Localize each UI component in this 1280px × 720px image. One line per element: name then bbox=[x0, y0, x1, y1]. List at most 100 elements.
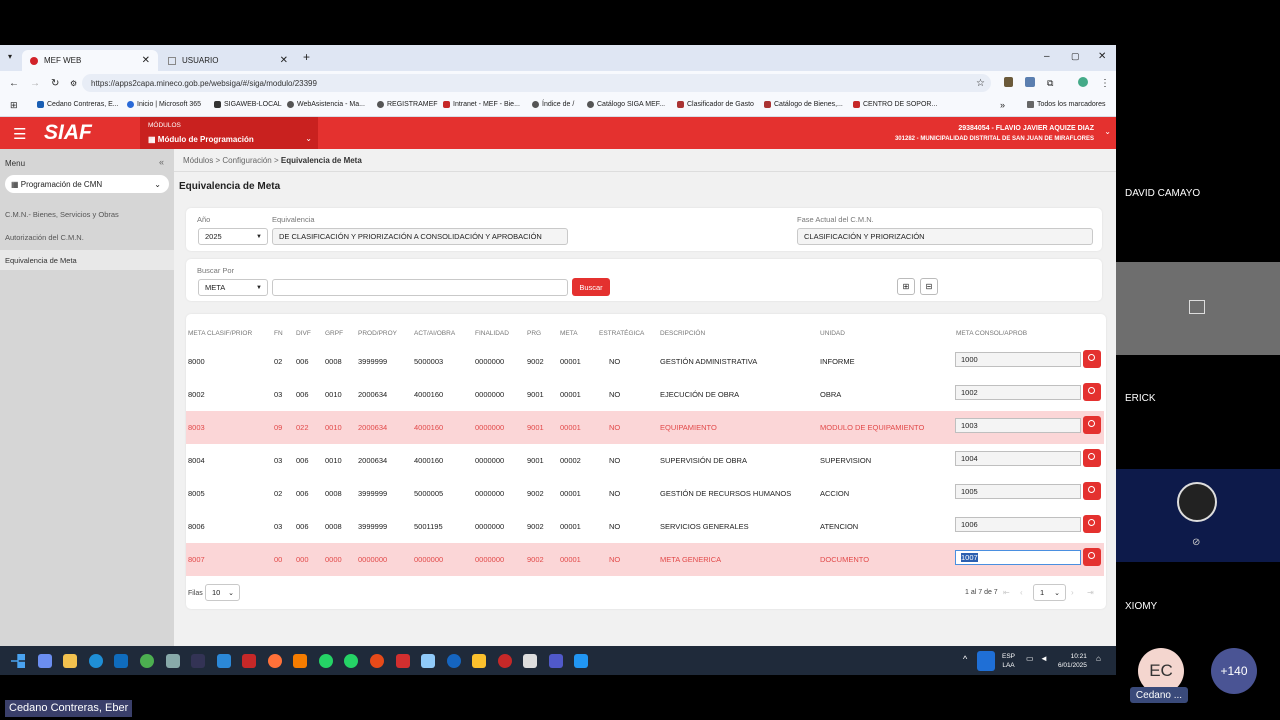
hamburger-icon[interactable]: ☰ bbox=[13, 125, 26, 143]
search-meta-button[interactable] bbox=[1083, 449, 1101, 467]
tab-mef-web[interactable]: MEF WEB ✕ bbox=[22, 50, 158, 71]
all-bookmarks[interactable]: Todos los marcadores bbox=[1027, 101, 1105, 108]
calculator-icon[interactable] bbox=[523, 654, 537, 668]
apps-icon[interactable]: ⊞ bbox=[10, 100, 18, 111]
breadcrumb-item[interactable]: Configuración bbox=[222, 156, 271, 165]
extensions-icon[interactable]: ⧉ bbox=[1047, 78, 1053, 89]
collapse-icon[interactable]: « bbox=[159, 157, 164, 167]
microphone-icon[interactable] bbox=[977, 651, 995, 671]
breadcrumb-item[interactable]: Módulos bbox=[183, 156, 213, 165]
sidebar-item-cmn[interactable]: C.M.N.- Bienes, Servicios y Obras bbox=[0, 204, 174, 224]
file-explorer-icon[interactable] bbox=[63, 654, 77, 668]
windows-start-icon[interactable] bbox=[11, 654, 25, 668]
bookmark[interactable]: Catálogo de Bienes,... bbox=[764, 101, 843, 108]
participant-tile[interactable] bbox=[1116, 262, 1280, 355]
meta-consol-input[interactable]: 1003 bbox=[955, 418, 1081, 433]
app-icon[interactable] bbox=[191, 654, 205, 668]
maximize-icon[interactable]: ▢ bbox=[1071, 51, 1080, 62]
bookmark[interactable]: WebAsistencia - Ma... bbox=[287, 101, 365, 108]
edge-icon[interactable] bbox=[89, 654, 103, 668]
notepad-icon[interactable] bbox=[574, 654, 588, 668]
bookmark[interactable]: Índice de / bbox=[532, 101, 574, 108]
tray-chevron-icon[interactable]: ^ bbox=[963, 654, 967, 664]
copilot-icon[interactable] bbox=[38, 654, 52, 668]
participant-tile[interactable]: DAVID CAMAYO bbox=[1116, 170, 1280, 260]
bookmark[interactable]: Inicio | Microsoft 365 bbox=[127, 101, 201, 108]
bookmark[interactable]: REGISTRAMEF bbox=[377, 101, 438, 108]
meta-consol-input[interactable]: 1002 bbox=[955, 385, 1081, 400]
meta-consol-input[interactable]: 1004 bbox=[955, 451, 1081, 466]
bookmark[interactable]: Cedano Contreras, E... bbox=[37, 101, 119, 108]
outlook-icon[interactable] bbox=[114, 654, 128, 668]
whatsapp-icon[interactable] bbox=[344, 654, 358, 668]
module-selector[interactable]: MÓDULOS ▦ Módulo de Programación ⌄ bbox=[140, 117, 318, 149]
sidebar-item-autorizacion[interactable]: Autorización del C.M.N. bbox=[0, 227, 174, 247]
site-info-icon[interactable]: ⚙ bbox=[70, 79, 77, 88]
forward-icon[interactable]: → bbox=[30, 78, 40, 89]
search-meta-button[interactable] bbox=[1083, 350, 1101, 368]
menu-icon[interactable]: ⋮ bbox=[1100, 78, 1110, 89]
search-button[interactable]: Buscar bbox=[572, 278, 610, 296]
app-icon[interactable] bbox=[447, 654, 461, 668]
firefox-icon[interactable] bbox=[268, 654, 282, 668]
close-tab-icon[interactable]: ✕ bbox=[142, 55, 150, 66]
back-icon[interactable]: ← bbox=[9, 78, 19, 89]
bookmark[interactable]: CENTRO DE SOPOR... bbox=[853, 101, 937, 108]
app-icon[interactable] bbox=[498, 654, 512, 668]
next-page-icon[interactable]: › bbox=[1071, 588, 1074, 597]
clock[interactable]: 10:21 6/01/2025 bbox=[1058, 652, 1087, 670]
user-info[interactable]: 29384054 - FLAVIO JAVIER AQUIZE DIAZ 301… bbox=[895, 124, 1094, 144]
url-field[interactable]: https://apps2capa.mineco.gob.pe/websiga/… bbox=[82, 74, 991, 92]
extension-icon[interactable] bbox=[1004, 77, 1013, 87]
search-meta-button[interactable] bbox=[1083, 383, 1101, 401]
mail-icon[interactable] bbox=[421, 654, 435, 668]
teams-icon[interactable] bbox=[549, 654, 563, 668]
meta-consol-input[interactable]: 1006 bbox=[955, 517, 1081, 532]
language-indicator[interactable]: ESP LAA bbox=[1002, 652, 1015, 670]
anydesk-icon[interactable] bbox=[396, 654, 410, 668]
meta-consol-input[interactable]: 1000 bbox=[955, 352, 1081, 367]
map-icon[interactable]: ⊞ bbox=[897, 278, 915, 295]
sidebar-item-equivalencia[interactable]: Equivalencia de Meta bbox=[0, 250, 174, 270]
new-tab-icon[interactable]: + bbox=[303, 50, 310, 64]
close-tab-icon[interactable]: ✕ bbox=[280, 55, 288, 66]
filter-icon[interactable]: ⊟ bbox=[920, 278, 938, 295]
app-icon[interactable] bbox=[166, 654, 180, 668]
page-select[interactable]: 1 ⌄ bbox=[1033, 584, 1066, 601]
more-bookmarks-icon[interactable]: » bbox=[1000, 100, 1005, 110]
participant-tile[interactable]: ⊘ bbox=[1116, 469, 1280, 562]
prev-page-icon[interactable]: ‹ bbox=[1020, 588, 1023, 597]
search-meta-button[interactable] bbox=[1083, 515, 1101, 533]
app-icon[interactable] bbox=[217, 654, 231, 668]
sticky-notes-icon[interactable] bbox=[472, 654, 486, 668]
close-window-icon[interactable]: ✕ bbox=[1098, 51, 1106, 62]
filezilla-icon[interactable] bbox=[242, 654, 256, 668]
app-icon[interactable] bbox=[370, 654, 384, 668]
volume-icon[interactable]: ◄ bbox=[1040, 654, 1048, 663]
reload-icon[interactable]: ↻ bbox=[51, 78, 59, 89]
profile-icon[interactable] bbox=[1078, 77, 1088, 87]
meta-consol-input[interactable]: 1007 bbox=[955, 550, 1081, 565]
tab-usuario[interactable]: USUARIO ✕ bbox=[160, 50, 296, 71]
chrome-icon[interactable] bbox=[140, 654, 154, 668]
search-input[interactable] bbox=[272, 279, 568, 296]
rows-per-page-select[interactable]: 10 ⌄ bbox=[205, 584, 240, 601]
minimize-icon[interactable]: – bbox=[1044, 51, 1050, 62]
year-select[interactable]: 2025 ▼ bbox=[198, 228, 268, 245]
search-by-select[interactable]: META ▼ bbox=[198, 279, 268, 296]
search-meta-button[interactable] bbox=[1083, 416, 1101, 434]
bookmark-star-icon[interactable]: ☆ bbox=[976, 78, 985, 89]
search-meta-button[interactable] bbox=[1083, 482, 1101, 500]
tab-search-icon[interactable]: ▾ bbox=[8, 52, 12, 61]
vlc-icon[interactable] bbox=[293, 654, 307, 668]
bookmark[interactable]: Clasificador de Gasto bbox=[677, 101, 754, 108]
menu-select[interactable]: ▦ Programación de CMN ⌄ bbox=[5, 175, 169, 193]
participant-tile[interactable]: XIOMY bbox=[1116, 572, 1280, 632]
bookmark[interactable]: Intranet - MEF - Bie... bbox=[443, 101, 520, 108]
network-icon[interactable]: ▭ bbox=[1026, 654, 1034, 663]
more-participants-button[interactable]: +140 bbox=[1211, 648, 1257, 694]
chevron-down-icon[interactable]: ⌄ bbox=[1104, 127, 1111, 136]
participant-tile[interactable]: ERICK bbox=[1116, 365, 1280, 460]
last-page-icon[interactable]: ⇥ bbox=[1087, 588, 1094, 597]
bookmark[interactable]: Catálogo SIGA MEF... bbox=[587, 101, 665, 108]
